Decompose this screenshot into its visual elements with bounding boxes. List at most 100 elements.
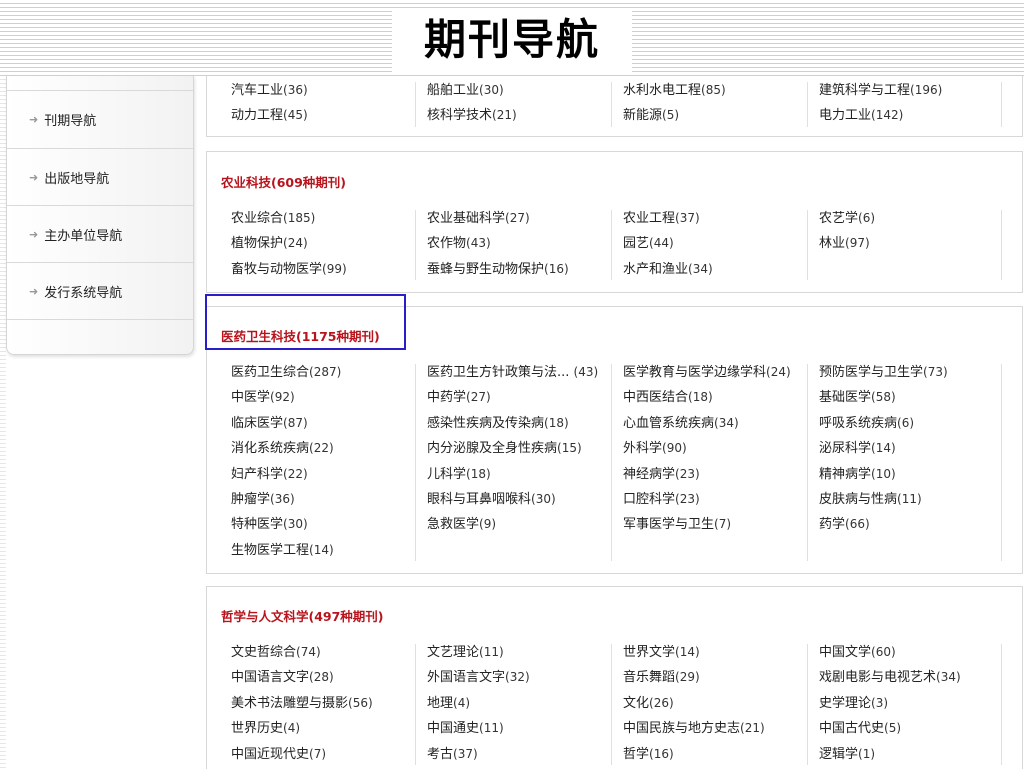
category-count: (73) — [923, 365, 948, 379]
category-link[interactable]: 感染性疾病及传染病(18) — [427, 411, 623, 436]
category-count: (87) — [283, 415, 308, 430]
sidebar-item-distribution-nav[interactable]: ➜ 发行系统导航 — [7, 262, 193, 319]
category-link[interactable]: 汽车工业(36) — [231, 78, 427, 103]
category-link[interactable]: 外国语言文字(32) — [427, 665, 623, 690]
category-name: 医药卫生综合 — [231, 365, 310, 380]
category-name: 水利水电工程 — [623, 83, 702, 98]
category-name: 美术书法雕塑与摄影 — [231, 695, 349, 711]
category-link[interactable]: 园艺(44) — [623, 231, 819, 256]
category-name: 林业 — [819, 236, 846, 252]
category-link[interactable]: 水利水电工程(85) — [623, 78, 819, 103]
category-link[interactable]: 中国语言文字(28) — [231, 665, 427, 690]
category-link[interactable]: 特种医学(30) — [231, 512, 427, 537]
category-link[interactable]: 眼科与耳鼻咽喉科(30) — [427, 487, 623, 512]
category-link[interactable]: 农艺学(6) — [819, 206, 1015, 231]
category-link[interactable]: 精神病学(10) — [819, 462, 1015, 487]
category-link[interactable]: 世界历史(4) — [231, 716, 427, 741]
category-link[interactable]: 军事医学与卫生(7) — [623, 512, 819, 537]
category-link[interactable]: 文史哲综合(74) — [231, 640, 427, 665]
category-name: 逻辑学 — [819, 746, 859, 762]
category-link[interactable]: 急救医学(9) — [427, 512, 623, 537]
category-link[interactable]: 文化(26) — [623, 691, 819, 716]
category-link[interactable]: 预防医学与卫生学(73) — [819, 360, 1015, 385]
category-link[interactable]: 动力工程(45) — [231, 103, 427, 128]
category-name: 临床医学 — [231, 415, 284, 431]
category-count: (21) — [740, 721, 765, 736]
category-name: 中药学 — [427, 390, 467, 406]
category-link[interactable]: 逻辑学(1) — [819, 742, 1015, 767]
category-link[interactable]: 中国古代史(5) — [819, 716, 1015, 741]
category-count: (36) — [270, 492, 295, 506]
category-link[interactable]: 戏剧电影与电视艺术(34) — [819, 665, 1015, 690]
category-link[interactable]: 医学教育与医学边缘学科(24) — [623, 360, 819, 385]
category-link[interactable]: 心血管系统疾病(34) — [623, 411, 819, 436]
category-count: (99) — [322, 261, 347, 276]
category-link[interactable]: 外科学(90) — [623, 436, 819, 461]
category-link[interactable]: 医药卫生方针政策与法... (43) — [427, 360, 623, 385]
category-link[interactable]: 世界文学(14) — [623, 640, 819, 665]
category-link[interactable]: 农业基础科学(27) — [427, 206, 623, 231]
category-link[interactable]: 中国文学(60) — [819, 640, 1015, 665]
category-link[interactable]: 畜牧与动物医学(99) — [231, 257, 427, 282]
category-count: (90) — [662, 441, 687, 456]
category-link[interactable]: 临床医学(87) — [231, 411, 427, 436]
sidebar-item-location-nav[interactable]: ➜ 出版地导航 — [7, 148, 193, 205]
category-link[interactable]: 消化系统疾病(22) — [231, 436, 427, 461]
category-link[interactable]: 哲学(16) — [623, 742, 819, 767]
category-link[interactable]: 泌尿科学(14) — [819, 436, 1015, 461]
column-divider — [611, 210, 612, 281]
category-link[interactable]: 中国民族与地方史志(21) — [623, 716, 819, 741]
category-link[interactable]: 呼吸系统疾病(6) — [819, 411, 1015, 436]
category-link[interactable]: 考古(37) — [427, 742, 623, 767]
category-name: 药学 — [819, 517, 846, 533]
category-link[interactable]: 医药卫生综合(287) — [231, 360, 427, 385]
category-name: 内分泌腺及全身性疾病 — [427, 441, 558, 457]
category-link[interactable]: 农业综合(185) — [231, 206, 427, 231]
category-name: 预防医学与卫生学 — [819, 365, 924, 380]
category-count: (30) — [531, 492, 556, 506]
category-count: (30) — [479, 83, 504, 97]
category-name: 动力工程 — [231, 108, 284, 124]
category-link[interactable]: 地理(4) — [427, 691, 623, 716]
category-link[interactable]: 中医学(92) — [231, 385, 427, 410]
category-link[interactable]: 美术书法雕塑与摄影(56) — [231, 691, 427, 716]
category-link[interactable]: 林业(97) — [819, 231, 1015, 256]
category-link[interactable]: 神经病学(23) — [623, 462, 819, 487]
sidebar-item-issue-nav[interactable]: ➜ 刊期导航 — [7, 90, 193, 147]
category-link[interactable]: 音乐舞蹈(29) — [623, 665, 819, 690]
category-link[interactable]: 中国近现代史(7) — [231, 742, 427, 767]
category-link[interactable]: 文艺理论(11) — [427, 640, 623, 665]
category-link[interactable]: 蚕蜂与野生动物保护(16) — [427, 257, 623, 282]
category-link[interactable]: 药学(66) — [819, 512, 1015, 537]
category-link[interactable]: 核科学技术(21) — [427, 103, 623, 128]
category-link[interactable]: 新能源(5) — [623, 103, 819, 128]
category-link[interactable]: 妇产科学(22) — [231, 462, 427, 487]
category-link[interactable]: 生物医学工程(14) — [231, 538, 427, 563]
sidebar-item-sponsor-nav[interactable]: ➜ 主办单位导航 — [7, 205, 193, 262]
category-link[interactable]: 中药学(27) — [427, 385, 623, 410]
category-link[interactable]: 口腔科学(23) — [623, 487, 819, 512]
category-link[interactable]: 中国通史(11) — [427, 716, 623, 741]
category-link[interactable]: 皮肤病与性病(11) — [819, 487, 1015, 512]
category-count: (22) — [283, 466, 308, 481]
category-link[interactable]: 建筑科学与工程(196) — [819, 78, 1015, 103]
category-count: (56) — [348, 695, 373, 710]
category-name: 呼吸系统疾病 — [819, 415, 898, 431]
category-link[interactable]: 船舶工业(30) — [427, 78, 623, 103]
category-link[interactable]: 植物保护(24) — [231, 231, 427, 256]
category-link[interactable]: 内分泌腺及全身性疾病(15) — [427, 436, 623, 461]
category-name: 船舶工业 — [427, 83, 480, 98]
category-count: (23) — [675, 466, 700, 481]
category-link[interactable]: 农业工程(37) — [623, 206, 819, 231]
category-link[interactable]: 中西医结合(18) — [623, 385, 819, 410]
category-link[interactable]: 史学理论(3) — [819, 691, 1015, 716]
category-link[interactable]: 电力工业(142) — [819, 103, 1015, 128]
category-link[interactable]: 基础医学(58) — [819, 385, 1015, 410]
category-link[interactable]: 儿科学(18) — [427, 462, 623, 487]
category-link[interactable]: 肿瘤学(36) — [231, 487, 427, 512]
category-name: 中国民族与地方史志 — [623, 721, 741, 737]
category-link[interactable]: 水产和渔业(34) — [623, 257, 819, 282]
category-count: (34) — [936, 670, 961, 685]
category-name: 儿科学 — [427, 466, 467, 482]
category-link[interactable]: 农作物(43) — [427, 231, 623, 256]
